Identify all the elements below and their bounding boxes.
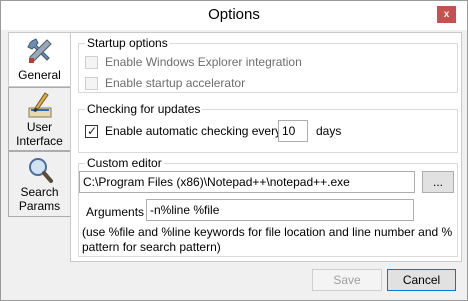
magnifier-icon	[28, 158, 53, 183]
tab-search-params[interactable]: Search Params	[8, 151, 70, 217]
paint-brush-icon	[28, 92, 51, 118]
auto-check-option: Enable automatic checking every	[85, 123, 285, 139]
startup-accelerator-label: Enable startup accelerator	[105, 76, 246, 90]
title-bar: Options x	[1, 1, 467, 30]
auto-check-checkbox[interactable]	[85, 123, 98, 139]
auto-check-label: Enable automatic checking every	[105, 124, 282, 138]
custom-editor-group: Custom editor C:\Program Files (x86)\Not…	[78, 156, 458, 257]
updates-title: Checking for updates	[85, 102, 203, 116]
save-button[interactable]: Save	[312, 269, 382, 291]
close-icon: x	[443, 9, 450, 20]
editor-hint-line1: (use %file and %line keywords for file l…	[82, 225, 453, 239]
close-button[interactable]: x	[437, 6, 456, 23]
tab-search-label-line1: Search	[20, 185, 59, 199]
startup-accelerator-checkbox[interactable]	[85, 77, 98, 90]
tab-user-interface[interactable]: User Interface	[8, 87, 70, 151]
startup-options-title: Startup options	[85, 36, 170, 50]
browse-button[interactable]: ...	[422, 171, 454, 193]
custom-editor-title: Custom editor	[85, 156, 164, 170]
explorer-integration-checkbox[interactable]	[85, 56, 98, 69]
editor-hint: (use %file and %line keywords for file l…	[82, 225, 458, 255]
editor-path-input[interactable]: C:\Program Files (x86)\Notepad++\notepad…	[79, 171, 415, 193]
dialog-title: Options	[208, 6, 260, 23]
cancel-button[interactable]: Cancel	[387, 269, 456, 291]
tab-user-label-line2: Interface	[16, 134, 63, 148]
tab-user-label-line1: User	[26, 120, 53, 134]
updates-group: Checking for updates Enable automatic ch…	[78, 102, 458, 153]
days-label: days	[316, 124, 342, 138]
days-input[interactable]: 10	[278, 120, 308, 142]
startup-accelerator-option: Enable startup accelerator	[85, 75, 445, 91]
arguments-label: Arguments	[86, 205, 145, 219]
arguments-input[interactable]: -n%line %file	[146, 199, 414, 221]
tab-general-label: General	[18, 68, 61, 82]
tab-search-label-line2: Params	[18, 199, 61, 213]
startup-options-group: Startup options Enable Windows Explorer …	[78, 36, 458, 93]
options-dialog: Options x General User Interface Search …	[0, 0, 468, 301]
general-settings-pane: Startup options Enable Windows Explorer …	[70, 32, 462, 262]
explorer-integration-option: Enable Windows Explorer integration	[85, 54, 445, 70]
tab-general[interactable]: General	[8, 32, 70, 87]
editor-hint-line2: pattern for search pattern)	[82, 240, 221, 254]
explorer-integration-label: Enable Windows Explorer integration	[105, 55, 302, 69]
tools-icon	[26, 38, 52, 63]
